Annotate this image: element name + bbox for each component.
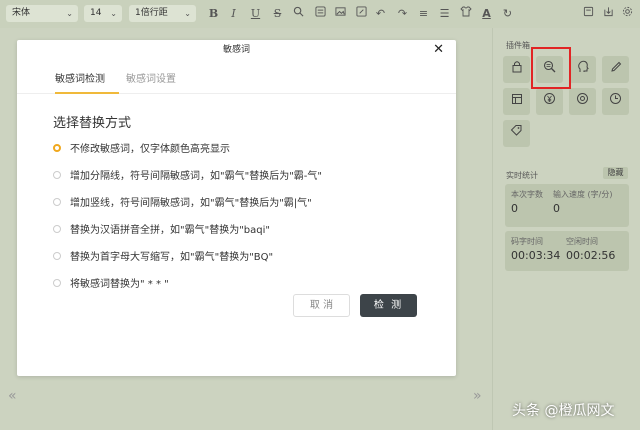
align-icon[interactable]: ≡ [416, 6, 431, 21]
highlight-box [531, 47, 571, 89]
typing-time-value: 00:03:34 [511, 249, 561, 262]
close-icon[interactable]: ✕ [433, 43, 444, 57]
chevron-down-icon: ⌄ [110, 9, 117, 18]
chevron-down-icon: ⌄ [184, 9, 191, 18]
radio[interactable] [53, 251, 61, 260]
head-icon[interactable] [569, 56, 596, 83]
font-family-value: 宋体 [12, 8, 31, 18]
line-spacing-select[interactable]: 1倍行距 ⌄ [129, 5, 196, 22]
lock-icon[interactable] [503, 56, 530, 83]
option-label: 将敏感词替换为" * * " [70, 279, 169, 290]
option-label: 不修改敏感词，仅字体颜色高亮显示 [70, 144, 230, 155]
next-page-button[interactable]: » [473, 388, 482, 404]
tag-icon[interactable] [503, 120, 530, 147]
option-pinyin[interactable]: 替换为汉语拼音全拼，如"霸气"替换为"baqi" [53, 221, 270, 236]
font-size-select[interactable]: 14 ⌄ [84, 5, 122, 22]
line-spacing-value: 1倍行距 [135, 8, 168, 18]
font-family-select[interactable]: 宋体 ⌄ [6, 5, 78, 22]
option-label: 替换为汉语拼音全拼，如"霸气"替换为"baqi" [70, 225, 270, 236]
search-icon[interactable] [291, 6, 306, 21]
dialog-tabs: 敏感词检测 敏感词设置 [17, 62, 456, 94]
stats-title: 实时统计 [506, 171, 538, 180]
typing-time-label: 码字时间 [511, 237, 543, 246]
pen-icon[interactable] [602, 56, 629, 83]
option-label: 增加分隔线，符号间隔敏感词，如"霸气"替换后为"霸-气" [70, 171, 323, 182]
word-count-label: 本次字数 [511, 190, 543, 199]
radio-selected[interactable] [53, 143, 61, 152]
strikethrough-icon[interactable]: S [270, 6, 285, 21]
underline-icon[interactable]: U [248, 6, 263, 21]
watermark: 头条 @橙瓜网文 [512, 403, 615, 419]
at-icon[interactable] [569, 88, 596, 115]
plugin-box-title: 插件箱 [506, 41, 530, 50]
input-speed-label: 输入速度 (字/分) [553, 190, 613, 199]
word-count-value: 0 [511, 202, 518, 215]
download-icon[interactable] [601, 6, 616, 21]
hide-stats-button[interactable]: 隐藏 [603, 167, 628, 179]
yen-icon[interactable] [536, 88, 563, 115]
radio[interactable] [53, 197, 61, 206]
option-vertical-separator[interactable]: 增加竖线，符号间隔敏感词，如"霸气"替换后为"霸|气" [53, 194, 312, 209]
undo-icon[interactable]: ↶ [373, 6, 388, 21]
chevron-down-icon: ⌄ [66, 9, 73, 18]
input-speed-value: 0 [553, 202, 560, 215]
idle-time-value: 00:02:56 [566, 249, 616, 262]
option-dash-separator[interactable]: 增加分隔线，符号间隔敏感词，如"霸气"替换后为"霸-气" [53, 167, 322, 182]
sensitive-word-dialog: 敏感词 ✕ 敏感词检测 敏感词设置 选择替换方式 不修改敏感词，仅字体颜色高亮显… [17, 40, 456, 376]
toolbar: 宋体 ⌄ 14 ⌄ 1倍行距 ⌄ B I U S ↶ ↷ ≡ ☰ A ↻ [0, 0, 640, 28]
dialog-title: 敏感词 [222, 45, 250, 55]
font-color-icon[interactable]: A [479, 6, 494, 21]
tab-sensitive-settings[interactable]: 敏感词设置 [126, 70, 176, 85]
list-icon[interactable] [313, 6, 328, 21]
option-asterisk[interactable]: 将敏感词替换为" * * " [53, 275, 169, 290]
indent-icon[interactable]: ☰ [437, 6, 452, 21]
save-icon[interactable] [581, 6, 596, 21]
settings-icon[interactable] [620, 6, 635, 21]
font-size-value: 14 [90, 8, 102, 18]
active-tab-indicator [55, 92, 119, 94]
option-highlight-only[interactable]: 不修改敏感词，仅字体颜色高亮显示 [53, 140, 230, 155]
radio[interactable] [53, 170, 61, 179]
prev-page-button[interactable]: « [8, 388, 17, 404]
option-label: 替换为首字母大写缩写，如"霸气"替换为"BQ" [70, 252, 274, 263]
section-title: 选择替换方式 [53, 116, 132, 131]
option-label: 增加竖线，符号间隔敏感词，如"霸气"替换后为"霸|气" [70, 198, 312, 209]
link-icon[interactable] [354, 6, 369, 21]
refresh-icon[interactable]: ↻ [500, 6, 515, 21]
radio[interactable] [53, 224, 61, 233]
radio[interactable] [53, 278, 61, 287]
detect-button[interactable]: 检 测 [360, 294, 417, 317]
idle-time-label: 空闲时间 [566, 237, 598, 246]
italic-icon[interactable]: I [226, 6, 241, 21]
cancel-button[interactable]: 取 消 [293, 294, 350, 317]
option-initials[interactable]: 替换为首字母大写缩写，如"霸气"替换为"BQ" [53, 248, 273, 263]
redo-icon[interactable]: ↷ [395, 6, 410, 21]
tab-sensitive-detect[interactable]: 敏感词检测 [55, 70, 105, 85]
shirt-icon[interactable] [458, 6, 473, 21]
table-icon[interactable] [503, 88, 530, 115]
bold-icon[interactable]: B [206, 6, 221, 21]
clock-icon[interactable] [602, 88, 629, 115]
image-icon[interactable] [333, 6, 348, 21]
